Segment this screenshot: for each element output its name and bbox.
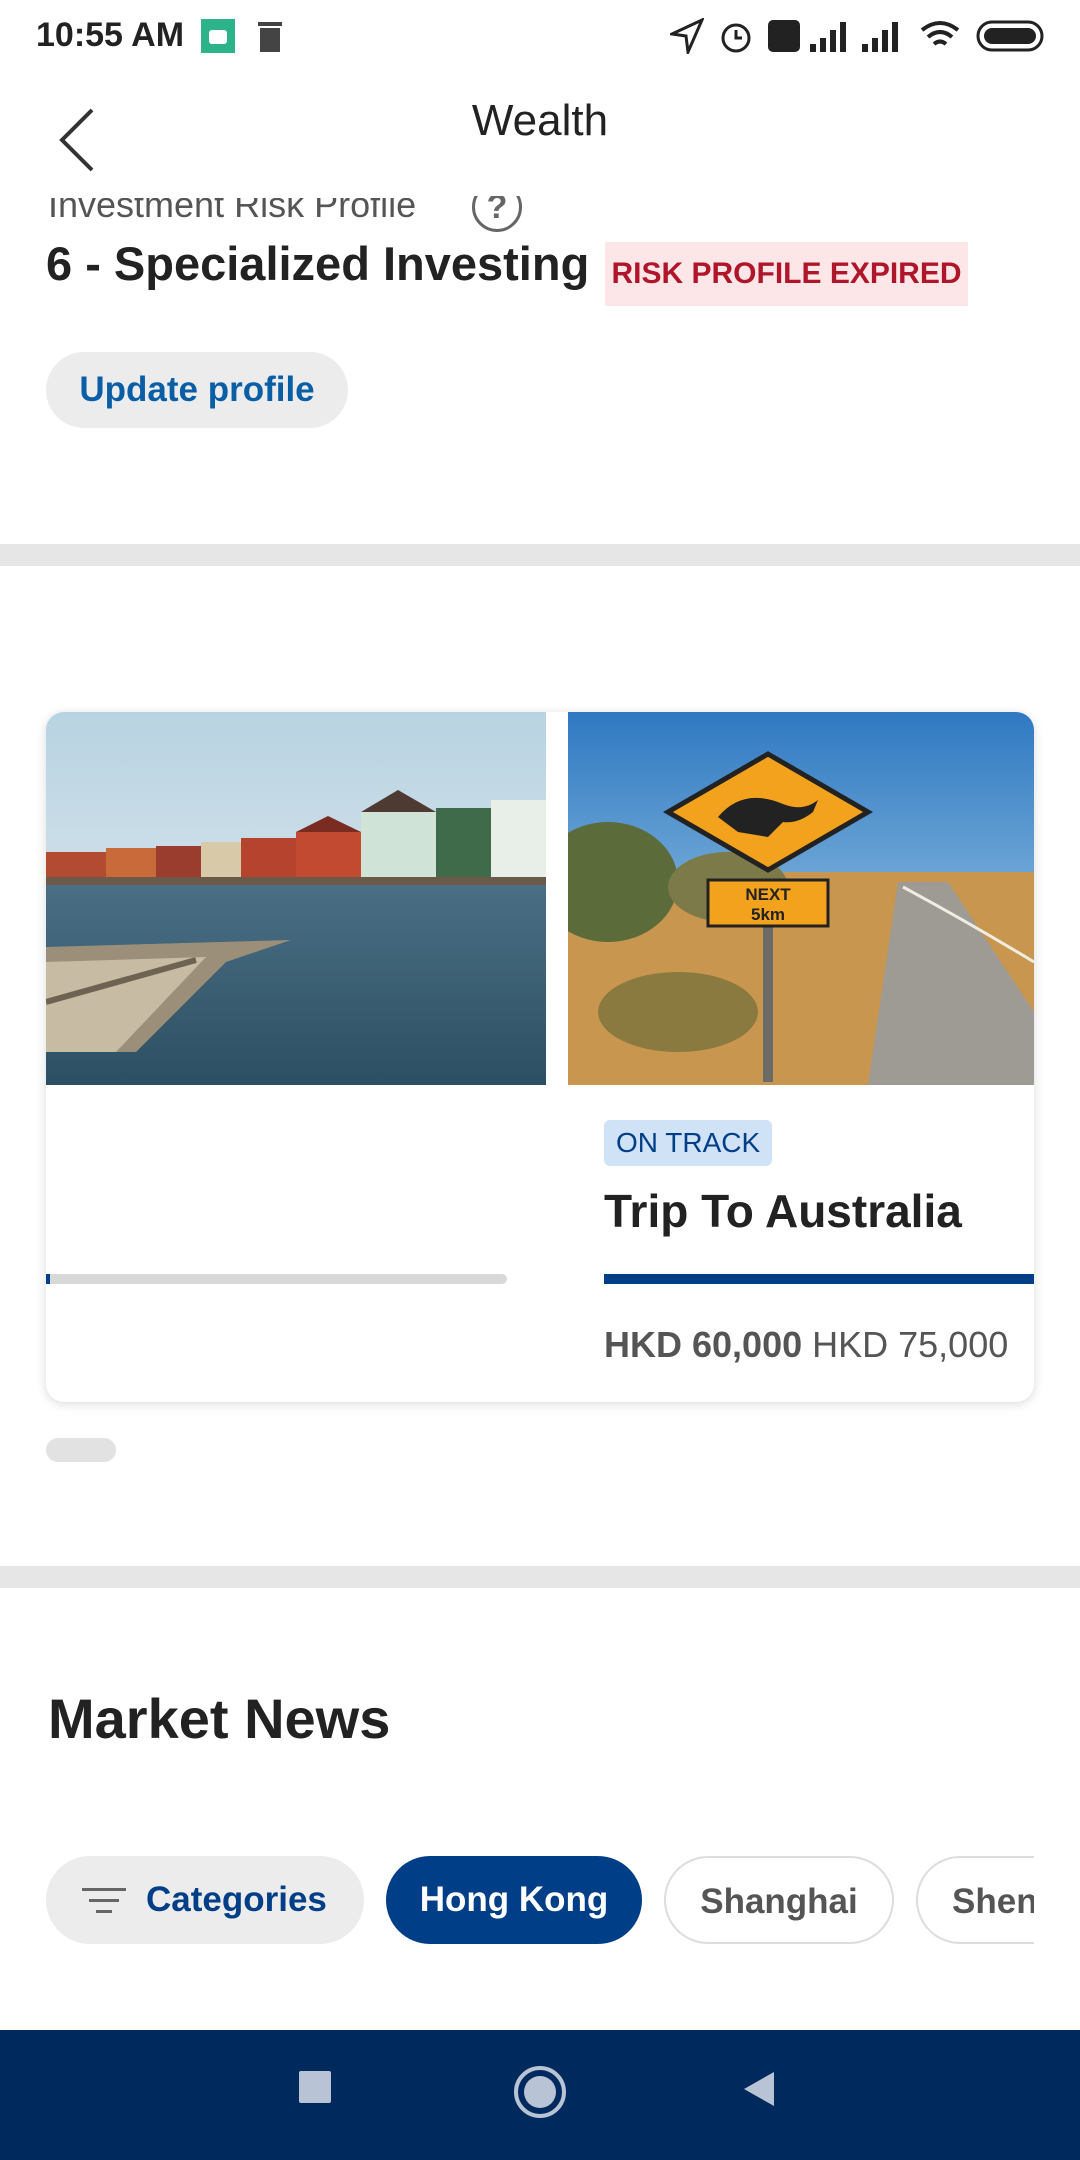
goal-amounts: HKD 60,000 HKD 75,000 — [604, 1324, 1008, 1366]
section-divider — [0, 1566, 1080, 1588]
location-icon — [670, 18, 704, 54]
back-nav-icon[interactable] — [742, 2070, 776, 2108]
help-icon[interactable]: ? — [472, 196, 522, 232]
chip-shenzhen[interactable]: Shenzhen — [916, 1856, 1034, 1944]
filter-icon — [82, 1888, 126, 1913]
status-bar: 10:55 AM — [0, 0, 1080, 78]
signal-icon-2 — [862, 22, 898, 52]
categories-chip-label: Categories — [146, 1880, 327, 1919]
volte-icon — [768, 20, 800, 52]
svg-text:NEXT: NEXT — [745, 885, 791, 904]
news-filter-chips: Categories Hong Kong Shanghai Shenzhen — [46, 1854, 1034, 1950]
chip-shanghai[interactable]: Shanghai — [664, 1856, 894, 1944]
recents-icon[interactable] — [298, 2070, 332, 2104]
svg-text:5km: 5km — [751, 905, 785, 924]
signal-icon-1 — [810, 22, 846, 52]
harbor-houses-image — [46, 712, 546, 1085]
goal-status-badge: ON TRACK — [604, 1120, 773, 1166]
wifi-icon — [920, 21, 960, 46]
system-nav-bar — [0, 2030, 1080, 2160]
risk-profile-label: Investment Risk Profile — [48, 184, 417, 225]
goal-current-amount: HKD 60,000 — [604, 1324, 803, 1365]
android-debug-icon — [201, 19, 235, 53]
goal-progress-bar — [604, 1274, 1034, 1284]
home-icon[interactable] — [512, 2064, 568, 2120]
risk-expired-badge: RISK PROFILE EXPIRED — [605, 242, 968, 306]
carousel-pager — [46, 1438, 116, 1462]
risk-profile-value: 6 - Specialized Investing — [46, 237, 590, 290]
goal-target-amount: HKD 75,000 — [812, 1324, 1009, 1365]
battery-icon — [976, 20, 1044, 52]
goal-progress-bar-left — [46, 1274, 507, 1284]
page-title: Wealth — [471, 96, 609, 145]
chip-hong-kong[interactable]: Hong Kong — [386, 1856, 642, 1944]
categories-chip[interactable]: Categories — [46, 1856, 364, 1944]
kangaroo-sign-image: NEXT 5km — [568, 712, 1034, 1085]
trash-icon — [258, 22, 282, 52]
market-news-title: Market News — [48, 1687, 391, 1750]
status-time: 10:55 AM — [36, 16, 185, 54]
update-profile-button[interactable]: Update profile — [46, 352, 348, 428]
alarm-icon — [721, 23, 751, 53]
goals-carousel[interactable]: NEXT 5km ON TRACK Trip To Australia HKD … — [46, 712, 1034, 1402]
section-divider — [0, 544, 1080, 566]
goal-title[interactable]: Trip To Australia — [604, 1184, 962, 1238]
header: Wealth — [0, 78, 1080, 188]
